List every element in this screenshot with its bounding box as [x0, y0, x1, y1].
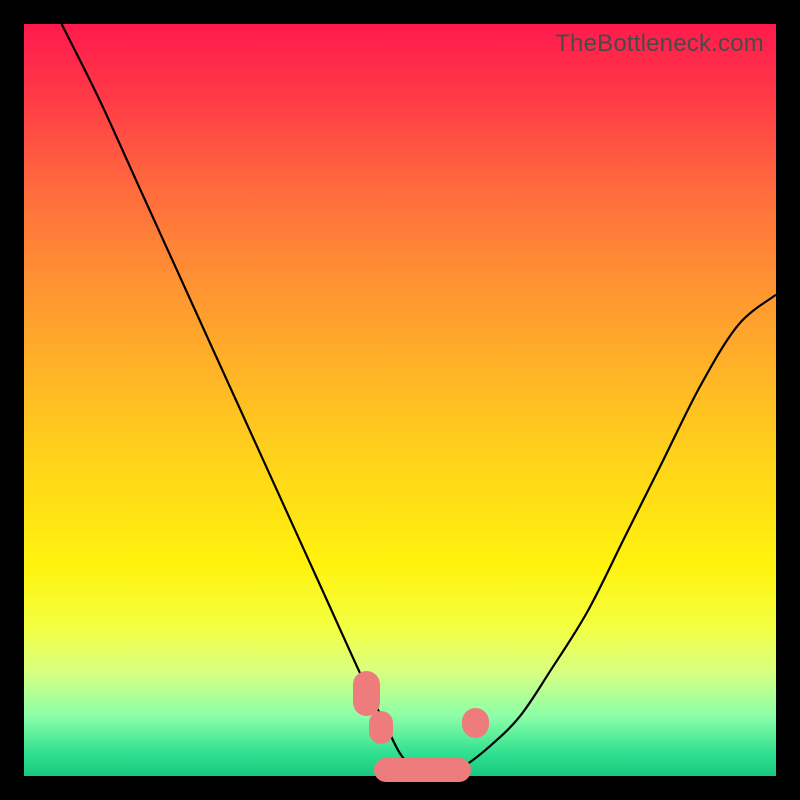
marker-left-lower [369, 711, 393, 744]
left-curve [62, 24, 438, 776]
marker-right [462, 708, 489, 738]
chart-frame: TheBottleneck.com [0, 0, 800, 800]
plot-area: TheBottleneck.com [24, 24, 776, 776]
marker-left-upper [353, 671, 380, 716]
curve-layer [24, 24, 776, 776]
right-curve [438, 295, 776, 776]
marker-bottom-bar [374, 758, 472, 782]
